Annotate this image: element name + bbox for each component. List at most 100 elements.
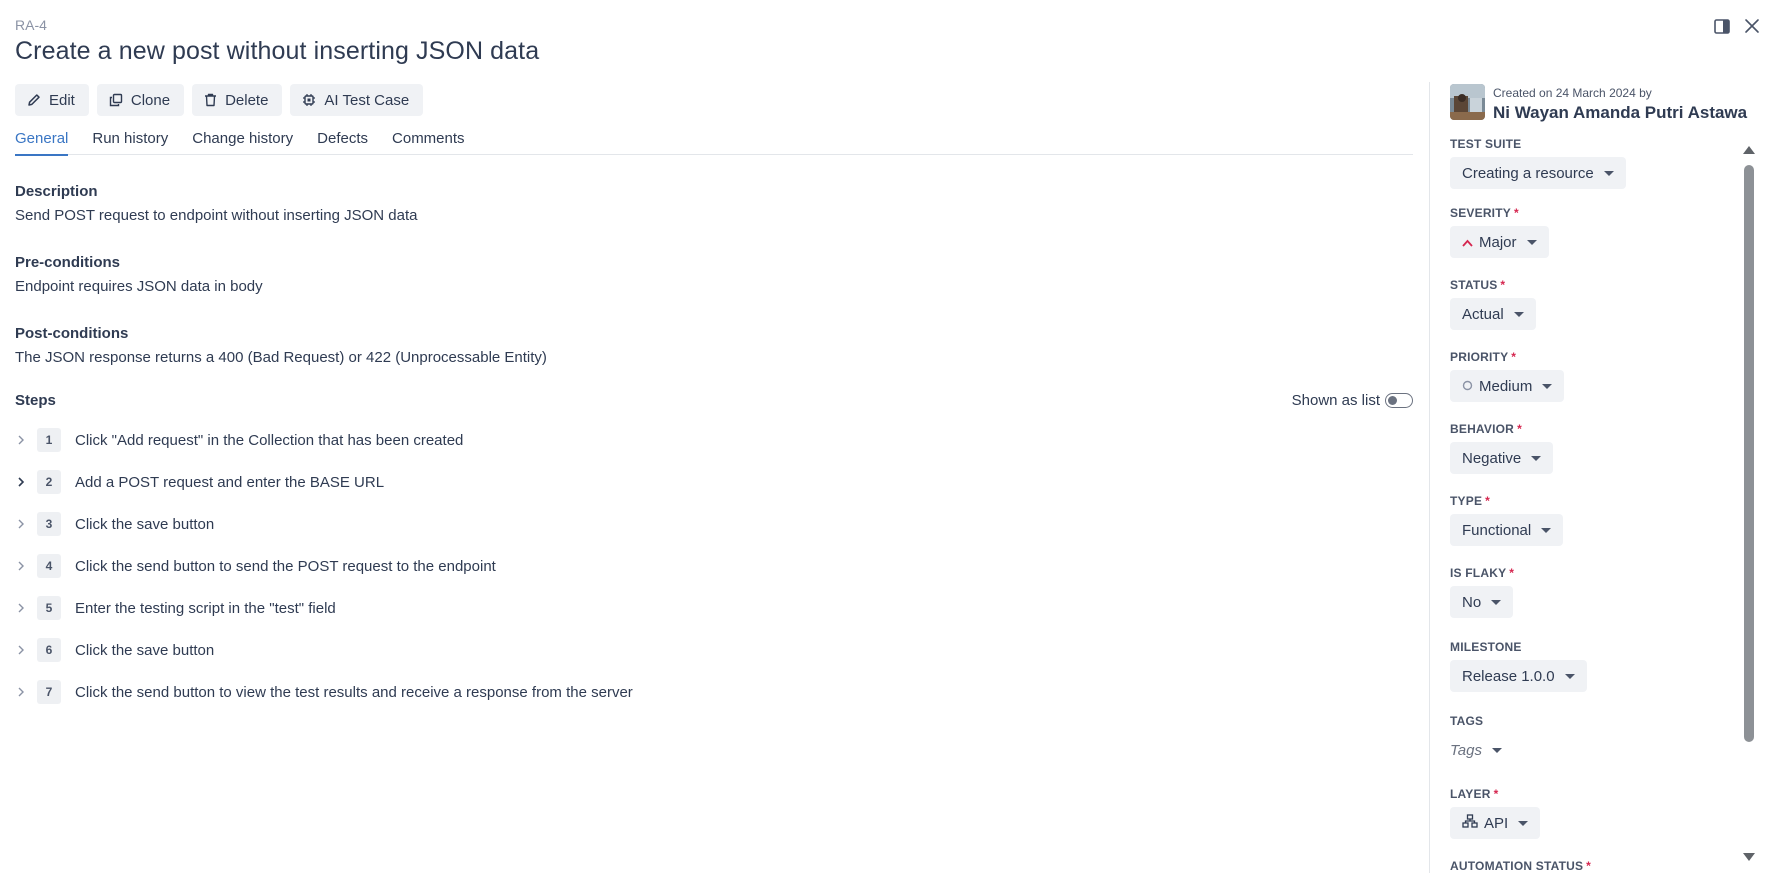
test-suite-label: TEST SUITE [1450,137,1522,151]
type-label-text: TYPE [1450,494,1483,508]
step-number: 3 [37,512,61,536]
preconditions-section: Pre-conditions Endpoint requires JSON da… [15,254,263,295]
is-flaky-select[interactable]: No [1450,586,1514,618]
required-marker: * [1485,494,1491,508]
description-label: Description [15,183,98,200]
step-text: Click the send button to send the POST r… [75,557,496,575]
chip-icon [302,93,316,107]
step-row[interactable]: 6 Click the save button [15,629,1413,671]
chevron-right-icon[interactable] [15,519,37,529]
panel-toggle-icon[interactable] [1712,16,1732,36]
test-suite-field: TEST SUITE Creating a resource [1450,137,1626,189]
behavior-field: BEHAVIOR * Negative [1450,422,1554,474]
preconditions-label: Pre-conditions [15,254,121,271]
scroll-up-icon[interactable] [1743,146,1755,154]
status-label-text: STATUS [1450,278,1498,292]
required-marker: * [1493,787,1499,801]
shown-as-list-toggle[interactable] [1385,393,1413,408]
chevron-right-icon[interactable] [15,435,37,445]
sidebar-scrollbar[interactable] [1742,140,1756,863]
type-select[interactable]: Functional [1450,514,1564,546]
milestone-field: MILESTONE Release 1.0.0 [1450,640,1587,692]
clone-button[interactable]: Clone [96,84,185,116]
layer-label-text: LAYER [1450,787,1491,801]
tab-bar: General Run history Change history Defec… [15,128,1413,156]
postconditions-section: Post-conditions The JSON response return… [15,325,547,366]
layer-select[interactable]: API [1450,807,1541,839]
postconditions-label: Post-conditions [15,325,129,342]
required-marker: * [1509,566,1515,580]
toggle-knob [1388,395,1397,405]
steps-list: 1 Click "Add request" in the Collection … [15,419,1413,713]
priority-label-text: PRIORITY [1450,350,1509,364]
window-controls [1712,16,1762,36]
ai-test-case-button[interactable]: AI Test Case [290,84,424,116]
automation-status-label-text: AUTOMATION STATUS [1450,859,1584,873]
details-sidebar: Created on 24 March 2024 by Ni Wayan Ama… [1450,84,1747,123]
chevron-right-icon[interactable] [15,477,37,487]
severity-select[interactable]: Major [1450,226,1549,258]
ai-test-case-label: AI Test Case [324,91,410,109]
caret-down-icon [1526,239,1537,245]
status-select[interactable]: Actual [1450,298,1536,330]
tab-defects[interactable]: Defects [317,128,368,155]
tab-run-history[interactable]: Run history [92,128,168,155]
required-marker: * [1517,422,1522,436]
test-suite-select[interactable]: Creating a resource [1450,157,1626,189]
sidebar-divider [1429,82,1430,873]
severity-label-text: SEVERITY [1450,206,1511,220]
tags-label: TAGS [1450,714,1484,728]
steps-label: Steps [15,392,56,409]
automation-status-label: AUTOMATION STATUS * [1450,859,1591,873]
description-section: Description Send POST request to endpoin… [15,183,417,224]
step-number: 5 [37,596,61,620]
step-row[interactable]: 1 Click "Add request" in the Collection … [15,419,1413,461]
clone-label: Clone [130,91,171,109]
behavior-label: BEHAVIOR * [1450,422,1553,436]
behavior-select[interactable]: Negative [1450,442,1554,474]
caret-down-icon [1491,599,1502,605]
creator-name[interactable]: Ni Wayan Amanda Putri Astawa [1493,103,1747,123]
priority-select[interactable]: Medium [1450,370,1565,402]
tags-placeholder: Tags [1450,741,1482,759]
is-flaky-value: No [1462,593,1482,611]
close-icon[interactable] [1742,16,1762,36]
step-number: 1 [37,428,61,452]
chevron-right-icon[interactable] [15,687,37,697]
edit-button[interactable]: Edit [15,84,89,116]
shown-as-list-label: Shown as list [1291,392,1380,409]
step-row[interactable]: 7 Click the send button to view the test… [15,671,1413,713]
delete-button[interactable]: Delete [192,84,283,116]
tab-comments[interactable]: Comments [392,128,465,155]
caret-down-icon [1513,311,1524,317]
tags-select[interactable]: Tags [1450,734,1514,766]
chevron-right-icon[interactable] [15,561,37,571]
test-suite-value: Creating a resource [1462,164,1594,182]
step-row[interactable]: 4 Click the send button to send the POST… [15,545,1413,587]
scrollbar-thumb[interactable] [1744,165,1754,742]
caret-down-icon [1518,820,1529,826]
priority-label: PRIORITY * [1450,350,1564,364]
case-id: RA-4 [15,17,47,33]
tab-general[interactable]: General [15,128,69,156]
trash-icon [204,93,217,107]
chevron-right-icon[interactable] [15,603,37,613]
step-row[interactable]: 3 Click the save button [15,503,1413,545]
step-number: 7 [37,680,61,704]
scroll-down-icon[interactable] [1743,853,1755,861]
caret-down-icon [1541,527,1552,533]
chevron-right-icon[interactable] [15,645,37,655]
avatar[interactable] [1450,84,1485,120]
step-row[interactable]: 2 Add a POST request and enter the BASE … [15,461,1413,503]
tab-change-history[interactable]: Change history [192,128,293,155]
preconditions-text: Endpoint requires JSON data in body [15,278,263,295]
shown-as-list-toggle-wrap: Shown as list [1292,392,1413,409]
milestone-select[interactable]: Release 1.0.0 [1450,660,1587,692]
step-row[interactable]: 5 Enter the testing script in the "test"… [15,587,1413,629]
is-flaky-field: IS FLAKY * No [1450,566,1514,618]
creator-block: Created on 24 March 2024 by Ni Wayan Ama… [1450,84,1747,123]
behavior-value: Negative [1462,449,1522,467]
caret-down-icon [1603,170,1614,176]
step-text: Click the save button [75,515,215,533]
layer-label: LAYER * [1450,787,1540,801]
